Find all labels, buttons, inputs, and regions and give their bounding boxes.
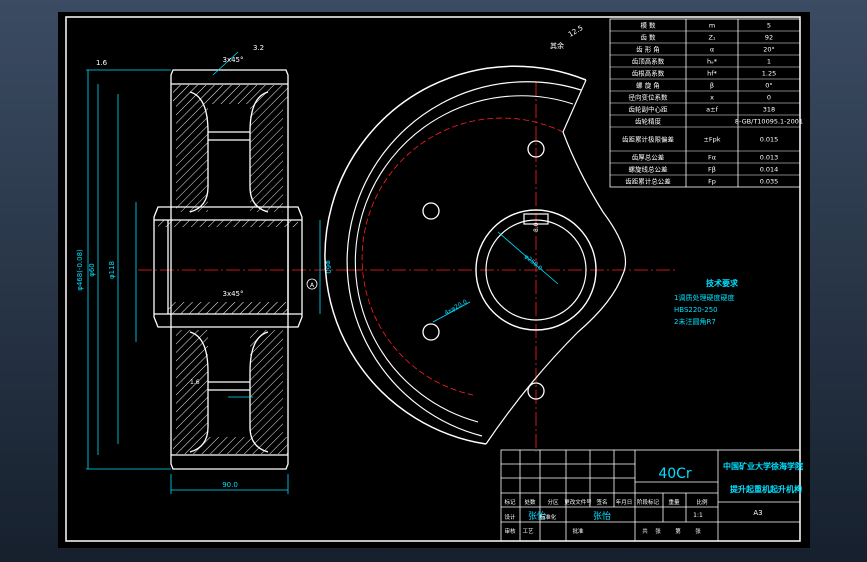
param-symbol: x (710, 94, 714, 102)
chamfer-mid: 3x45° (222, 290, 243, 298)
param-value: 8-GB/T10095.1-2001 (735, 118, 803, 126)
tech-req-line-2: HBS220-250 (674, 306, 718, 314)
param-value: 0.013 (760, 154, 779, 162)
title-block-label: 阶段标记 (637, 498, 660, 506)
title-block-label: 审核 (504, 527, 516, 535)
title-block-label: 张 (695, 527, 701, 535)
param-value: 0.035 (760, 178, 779, 186)
school-name: 中国矿业大学徐海学院 (723, 461, 803, 471)
dim-diameter-60: φ60 (88, 263, 96, 277)
material: 40Cr (658, 466, 692, 482)
title-block-label: 年月日 (616, 498, 633, 506)
dim-holes: 4xφ20.0 (444, 298, 469, 316)
tech-req-line-1: 1调质处理硬度硬度 (674, 293, 734, 302)
title-block-label: 设计 (504, 513, 516, 521)
title-block-label: 重量 (668, 498, 680, 506)
dim-bottom-width: 90.0 (222, 481, 238, 489)
param-label: 齿顶高系数 (632, 57, 665, 66)
title-block-label: 处数 (524, 498, 536, 506)
checker: 张怡 (593, 510, 611, 522)
drawing-title: 提升起重机起升机构 (730, 484, 802, 494)
dim-diameter-118: φ118 (108, 261, 116, 279)
section-mark: A (310, 282, 315, 289)
param-label: 螺 旋 角 (636, 81, 660, 90)
param-symbol: a±f (706, 106, 718, 114)
tech-req-line-3: 2未注圆角R7 (674, 317, 716, 326)
roughness-hub: 1.6 (190, 379, 200, 386)
param-label: 齿根高系数 (632, 69, 665, 78)
param-label: 齿轮精度 (635, 117, 662, 126)
params-table: 模 数 m 5 齿 数 Z₁ 92 齿 形 角 α 20° 齿顶高系数 hₐ* 1 齿根高系数 hf* 1.… (609, 18, 803, 188)
param-label: 螺旋线总公差 (629, 165, 669, 174)
dim-key: 8.0 (533, 222, 540, 232)
param-value: 1 (767, 58, 771, 66)
param-label: 齿距累计总公差 (625, 177, 671, 186)
cad-window: φ468(-0.08) φ60 φ118 φ60 90.0 3x45° 3x45… (0, 0, 867, 562)
roughness-other: 其余 (550, 41, 564, 50)
gear-front-view (324, 65, 678, 452)
param-value: 20° (763, 46, 775, 54)
dim-outer-diameter: φ468(-0.08) (76, 249, 84, 291)
param-label: 齿 形 角 (636, 45, 660, 54)
param-symbol: Z₁ (708, 34, 715, 42)
title-block-label: 分区 (547, 498, 559, 506)
title-block-label: 批准 (572, 527, 584, 535)
scale: 1:1 (693, 512, 703, 519)
roughness-top: 3.2 (253, 44, 264, 52)
param-symbol: β (710, 82, 714, 90)
param-symbol: α (710, 46, 714, 54)
title-block-label: 比例 (696, 498, 708, 506)
title-block-label: 共 (642, 527, 648, 535)
param-label: 齿距累计极限偏差 (622, 135, 675, 144)
param-symbol: Fp (708, 178, 716, 186)
param-value: 1.25 (762, 70, 776, 78)
dim-circle: φ250.0 (523, 253, 544, 272)
param-label: 齿 数 (640, 33, 656, 42)
param-value: 318 (763, 106, 775, 114)
title-block-label: 第 (675, 527, 681, 535)
roughness-left: 1.6 (96, 59, 108, 67)
param-value: 92 (765, 34, 773, 42)
drawing-sheet: φ468(-0.08) φ60 φ118 φ60 90.0 3x45° 3x45… (58, 12, 810, 548)
param-symbol: hₐ* (707, 58, 718, 66)
tech-req-title: 技术要求 (706, 278, 739, 288)
title-block-label: 标准化 (540, 513, 557, 521)
title-block-label: 标记 (504, 498, 516, 506)
param-value: 0° (765, 82, 772, 90)
param-symbol: ±Fpk (703, 136, 720, 144)
title-block-label: 工艺 (522, 528, 534, 535)
title-block-label: 更改文件号 (564, 498, 592, 506)
param-label: 齿厚总公差 (632, 153, 665, 162)
param-symbol: hf* (707, 70, 717, 78)
param-label: 模 数 (640, 21, 656, 30)
param-value: 0 (767, 94, 771, 102)
param-value: 0.015 (760, 136, 779, 144)
title-block-label: 签名 (596, 498, 607, 506)
param-symbol: Fα (708, 154, 716, 162)
param-label: 齿轮副中心距 (629, 105, 669, 114)
chamfer-top: 3x45° (222, 56, 243, 64)
param-value: 0.014 (760, 166, 779, 174)
param-symbol: Fβ (708, 166, 716, 174)
param-label: 径向变位系数 (629, 93, 669, 102)
sheet-size: A3 (753, 509, 762, 517)
title-block-label: 张 (655, 527, 661, 535)
roughness-12-5: 12.5 (567, 24, 585, 39)
param-symbol: m (709, 22, 715, 30)
drawing-canvas: φ468(-0.08) φ60 φ118 φ60 90.0 3x45° 3x45… (65, 16, 803, 542)
param-value: 5 (767, 22, 771, 30)
